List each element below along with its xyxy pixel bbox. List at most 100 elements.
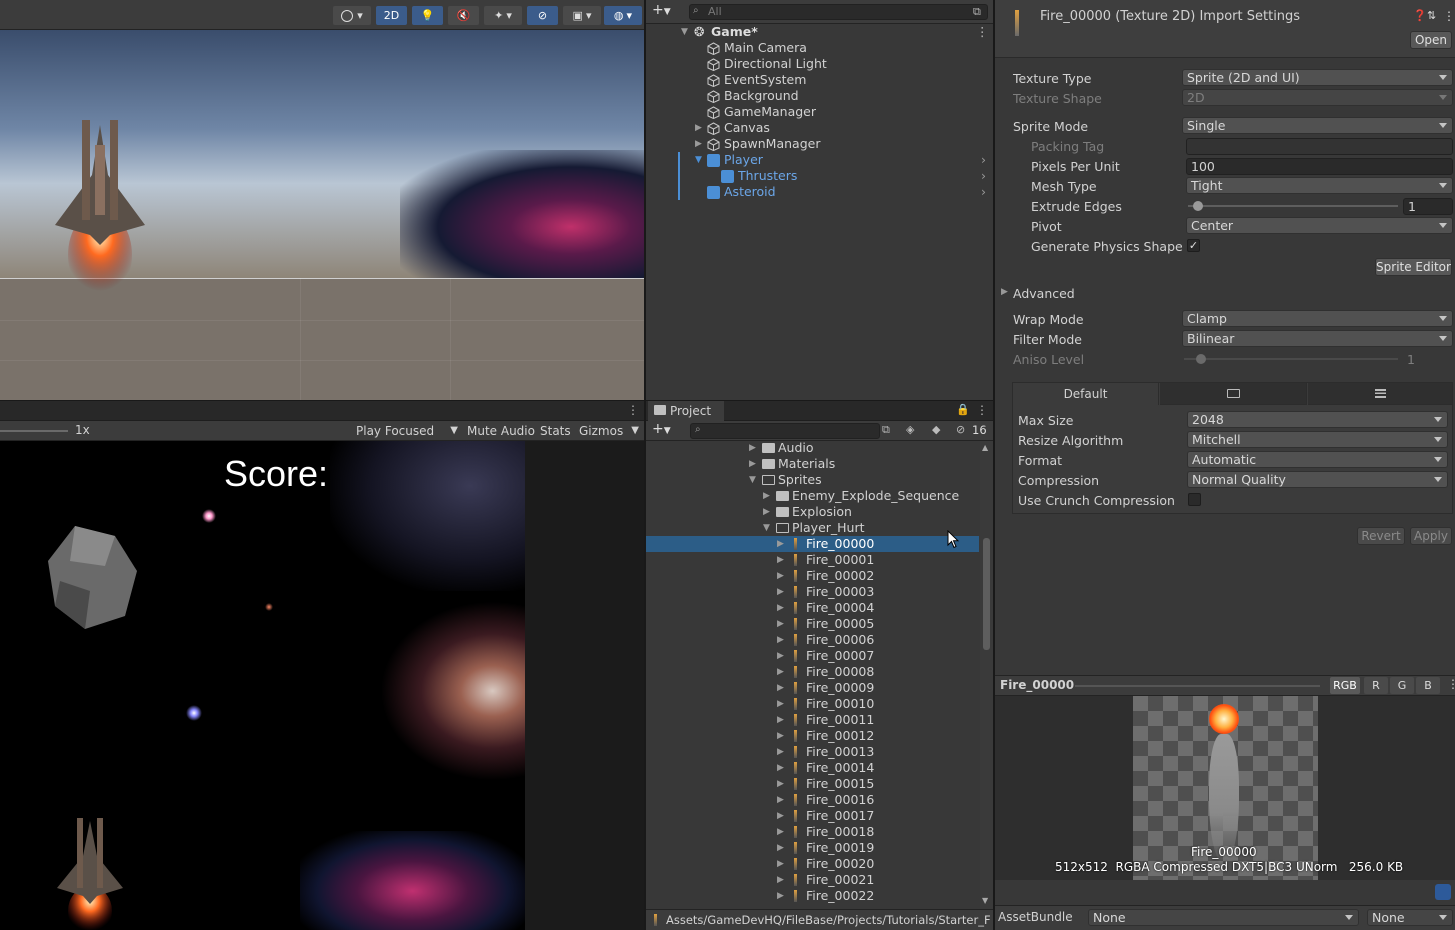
hierarchy-search-input[interactable]: All	[689, 4, 988, 20]
project-scroll-thumb[interactable]	[983, 538, 990, 650]
more-options-icon[interactable]: ⋮	[1443, 9, 1455, 23]
expand-arrow-icon[interactable]: ▶	[763, 488, 770, 504]
ppu-field[interactable]: 100	[1186, 158, 1453, 175]
expand-arrow-icon[interactable]: ▶	[777, 536, 784, 552]
presets-icon[interactable]: ⇅	[1427, 9, 1436, 22]
hierarchy-item[interactable]: ▶ Canvas	[646, 120, 993, 136]
effects-toggle-button[interactable]: ✦ ▾	[484, 6, 522, 25]
camera-settings-button[interactable]: ▣ ▾	[563, 6, 601, 25]
project-file-row[interactable]: ▶ Fire_00015	[646, 776, 979, 792]
expand-arrow-icon[interactable]: ▶	[777, 760, 784, 776]
toggle-2d-button[interactable]: 2D	[376, 6, 407, 25]
project-scrollbar[interactable]	[980, 441, 993, 909]
tab-platform-standalone[interactable]	[1160, 383, 1307, 405]
expand-arrow-icon[interactable]: ▶	[777, 712, 784, 728]
add-asset-button[interactable]: +▼	[652, 421, 671, 437]
expand-arrow-icon[interactable]: ▶	[777, 728, 784, 744]
chevron-right-icon[interactable]: ›	[981, 184, 986, 200]
pivot-dropdown[interactable]: Center	[1186, 217, 1453, 234]
project-file-row[interactable]: ▶ Fire_00017	[646, 808, 979, 824]
project-search-input[interactable]	[690, 423, 880, 439]
expand-arrow-icon[interactable]: ▶	[777, 600, 784, 616]
wrap-mode-dropdown[interactable]: Clamp	[1182, 310, 1453, 327]
revert-button[interactable]: Revert	[1357, 527, 1405, 545]
expand-arrow-icon[interactable]: ▶	[777, 824, 784, 840]
hierarchy-item[interactable]: ▶ SpawnManager	[646, 136, 993, 152]
asset-label-icon[interactable]	[1435, 884, 1451, 900]
format-dropdown[interactable]: Automatic	[1187, 451, 1448, 468]
hierarchy-item[interactable]: Asteroid ›	[646, 184, 993, 200]
project-file-row[interactable]: ▶ Fire_00003	[646, 584, 979, 600]
project-file-row[interactable]: ▶ Fire_00004	[646, 600, 979, 616]
scene-player-ship[interactable]	[50, 115, 150, 305]
hierarchy-item[interactable]: Directional Light	[646, 56, 993, 72]
hierarchy-item[interactable]: GameManager	[646, 104, 993, 120]
scroll-down-icon[interactable]: ▼	[982, 896, 988, 905]
sprite-mode-dropdown[interactable]: Single	[1182, 117, 1453, 134]
project-file-row[interactable]: ▶ Fire_00016	[646, 792, 979, 808]
advanced-foldout[interactable]: Advanced	[1013, 286, 1075, 301]
expand-arrow-icon[interactable]: ▶	[695, 136, 702, 152]
expand-arrow-icon[interactable]: ▶	[777, 632, 784, 648]
add-object-button[interactable]: +▼	[652, 2, 671, 18]
filter-by-label-icon[interactable]: ◈	[906, 423, 914, 436]
scale-slider[interactable]	[0, 430, 68, 432]
project-file-row[interactable]: ▶ Fire_00010	[646, 696, 979, 712]
filter-mode-dropdown[interactable]: Bilinear	[1182, 330, 1453, 347]
search-by-type-icon[interactable]: ⧉	[882, 423, 890, 437]
tab-platform-default[interactable]: Default	[1013, 383, 1159, 405]
project-file-row[interactable]: ▶ Fire_00009	[646, 680, 979, 696]
project-file-row[interactable]: ▶ Fire_00008	[646, 664, 979, 680]
channel-b-button[interactable]: B	[1416, 677, 1440, 694]
expand-arrow-icon[interactable]: ▶	[777, 792, 784, 808]
advanced-foldout-arrow[interactable]: ▶	[1001, 287, 1008, 297]
extrude-edges-field[interactable]: 1	[1403, 198, 1453, 215]
expand-arrow-icon[interactable]: ▶	[777, 872, 784, 888]
channel-r-button[interactable]: R	[1364, 677, 1388, 694]
expand-arrow-icon[interactable]: ▶	[777, 808, 784, 824]
audio-toggle-button[interactable]: 🔇	[448, 6, 479, 25]
chevron-right-icon[interactable]: ›	[981, 152, 986, 168]
lock-icon[interactable]: 🔒	[956, 403, 970, 416]
project-file-row[interactable]: ▶ Fire_00019	[646, 840, 979, 856]
expand-arrow-icon[interactable]: ▶	[777, 888, 784, 904]
project-file-row[interactable]: ▶ Fire_00006	[646, 632, 979, 648]
expand-arrow-icon[interactable]: ▶	[695, 120, 702, 136]
project-file-row[interactable]: ▶ Fire_00005	[646, 616, 979, 632]
expand-arrow-icon[interactable]: ▶	[749, 456, 756, 472]
channel-rgb-button[interactable]: RGB	[1330, 677, 1360, 694]
gizmos-toggle-button[interactable]: ◍ ▾	[604, 6, 642, 25]
open-button[interactable]: Open	[1410, 31, 1452, 49]
project-file-row[interactable]: ▶ Fire_00022	[646, 888, 979, 904]
project-file-row[interactable]: ▶ Fire_00020	[646, 856, 979, 872]
expand-arrow-icon[interactable]: ▼	[763, 520, 770, 536]
expand-arrow-icon[interactable]: ▶	[749, 440, 756, 456]
expand-arrow-icon[interactable]: ▶	[777, 840, 784, 856]
project-file-row[interactable]: ▶ Fire_00021	[646, 872, 979, 888]
project-folder-row[interactable]: ▶ Audio	[646, 440, 979, 456]
stats-button[interactable]: Stats	[536, 422, 575, 440]
project-file-row[interactable]: ▶ Fire_00007	[646, 648, 979, 664]
project-folder-row[interactable]: ▶ Enemy_Explode_Sequence	[646, 488, 979, 504]
expand-arrow-icon[interactable]: ▶	[777, 696, 784, 712]
expand-arrow-icon[interactable]: ▼	[681, 24, 688, 40]
project-folder-row[interactable]: ▼ Player_Hurt	[646, 520, 979, 536]
project-folder-row[interactable]: ▼ Sprites	[646, 472, 979, 488]
project-file-row[interactable]: ▶ Fire_00000	[646, 536, 979, 552]
help-icon[interactable]: ❓	[1413, 9, 1427, 22]
more-options-icon[interactable]: ⋮	[976, 403, 988, 417]
asset-bundle-dropdown[interactable]: None	[1088, 909, 1359, 926]
project-file-row[interactable]: ▶ Fire_00002	[646, 568, 979, 584]
expand-arrow-icon[interactable]: ▶	[777, 616, 784, 632]
mesh-type-dropdown[interactable]: Tight	[1186, 177, 1453, 194]
project-file-row[interactable]: ▶ Fire_00001	[646, 552, 979, 568]
project-file-row[interactable]: ▶ Fire_00012	[646, 728, 979, 744]
extrude-edges-slider[interactable]	[1188, 205, 1398, 207]
game-view-viewport[interactable]: Score:	[0, 441, 525, 930]
search-mode-icon[interactable]: ⧉	[973, 5, 981, 19]
project-file-row[interactable]: ▶ Fire_00018	[646, 824, 979, 840]
resize-algorithm-dropdown[interactable]: Mitchell	[1187, 431, 1448, 448]
expand-arrow-icon[interactable]: ▶	[777, 584, 784, 600]
packing-tag-field[interactable]	[1186, 138, 1453, 155]
expand-arrow-icon[interactable]: ▶	[777, 680, 784, 696]
